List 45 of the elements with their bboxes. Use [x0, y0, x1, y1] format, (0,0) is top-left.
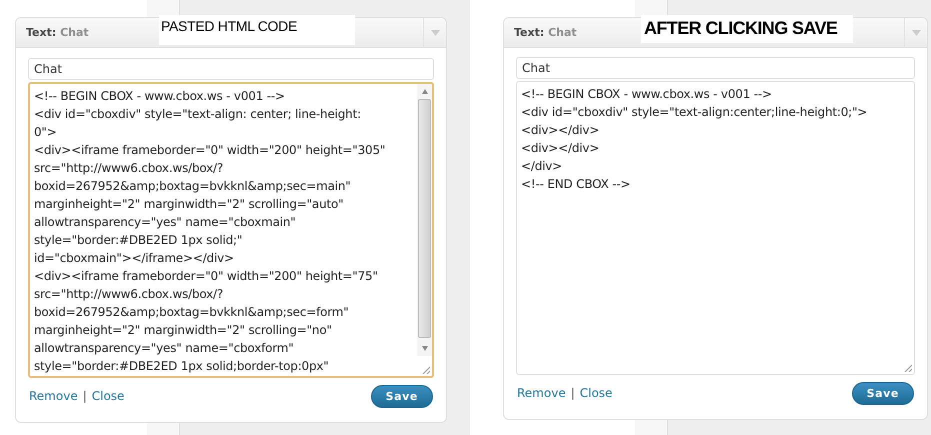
close-link[interactable]: Close	[580, 386, 612, 400]
code-line: <div id="cboxdiv" style="text-align: center; line-height:	[34, 106, 362, 123]
code-line: <div><iframe frameborder="0" width="200" height="75"	[34, 268, 379, 285]
code-line: style="border:#DBE2ED 1px solid;border-top:0px"	[34, 358, 330, 375]
code-line: <div><iframe frameborder="0" width="200" height="305"	[34, 142, 386, 159]
code-textarea[interactable]: <!-- BEGIN CBOX - www.cbox.ws - v001 --> <div id="cboxdiv" style="text-align:center;line-height:0;"> <div></div> <div></div> </div> <!-- END CBOX -->	[516, 81, 915, 375]
save-button[interactable]: Save	[852, 382, 914, 404]
widget-title: Text: Chat	[26, 26, 89, 39]
code-line: boxid=267952&amp;boxtag=bvkknl&amp;sec=main"	[34, 178, 352, 195]
scrollbar[interactable]	[417, 84, 432, 356]
code-line: marginheight="2" marginwidth="2" scrolling="no"	[34, 322, 333, 339]
link-separator: |	[82, 389, 87, 403]
code-line: <div id="cboxdiv" style="text-align:center;line-height:0;">	[521, 104, 868, 121]
code-line: <div></div>	[521, 122, 600, 139]
save-button[interactable]: Save	[370, 384, 433, 408]
scroll-up-arrow-icon[interactable]	[422, 89, 428, 94]
title-field[interactable]: Chat	[516, 57, 915, 79]
link-separator: |	[570, 386, 575, 400]
title-field[interactable]: Chat	[28, 58, 434, 80]
code-line: <div></div>	[521, 140, 600, 157]
code-line: boxid=267952&amp;boxtag=bvkknl&amp;sec=form"	[34, 304, 350, 321]
widget-header[interactable]: Text: Chat PASTED HTML CODE	[16, 18, 446, 48]
code-line: marginheight="2" marginwidth="2" scrolling="auto"	[34, 196, 344, 213]
resize-grip-icon[interactable]	[904, 364, 912, 372]
remove-link[interactable]: Remove	[517, 386, 566, 400]
code-line: id="cboxmain"></iframe></div>	[34, 250, 235, 267]
code-line: allowtransparency="yes" name="cboxmain"	[34, 214, 297, 231]
widget-header[interactable]: Text: Chat AFTER CLICKING SAVE	[504, 18, 927, 48]
remove-link[interactable]: Remove	[29, 389, 78, 403]
code-line: src="http://www6.cbox.ws/box/?	[34, 160, 224, 177]
close-link[interactable]: Close	[92, 389, 124, 403]
caption-label: PASTED HTML CODE	[159, 15, 355, 45]
code-line: </div>	[521, 158, 564, 175]
code-line: <!-- BEGIN CBOX - www.cbox.ws - v001 -->	[521, 86, 773, 103]
code-textarea[interactable]	[28, 82, 434, 378]
caption-label: AFTER CLICKING SAVE	[641, 15, 853, 43]
widget-title: Text: Chat	[514, 26, 577, 39]
code-line: allowtransparency="yes" name="cboxform"	[34, 340, 295, 357]
code-line: 0">	[34, 124, 58, 141]
code-line: src="http://www6.cbox.ws/box/?	[34, 286, 224, 303]
code-line: style="border:#DBE2ED 1px solid;"	[34, 232, 244, 249]
resize-grip-icon[interactable]	[422, 366, 430, 374]
scroll-down-arrow-icon[interactable]	[422, 346, 428, 351]
code-line: <!-- END CBOX -->	[521, 176, 632, 193]
code-line: <!-- BEGIN CBOX - www.cbox.ws - v001 -->	[34, 88, 286, 105]
